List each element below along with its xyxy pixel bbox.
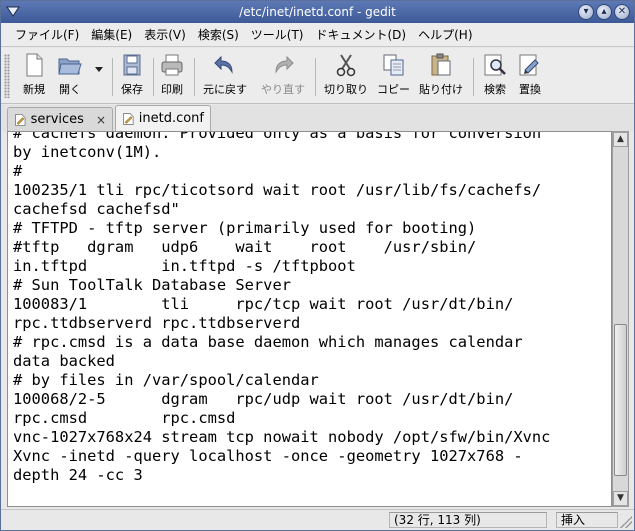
open-button-label: 開く (59, 83, 81, 96)
redo-button-label: やり直す (261, 83, 305, 96)
tab-inetd-conf[interactable]: inetd.conf (115, 105, 211, 131)
editor-line[interactable]: data backed (13, 352, 550, 371)
menu-file[interactable]: ファイル(F) (9, 26, 85, 43)
new-button[interactable]: 新規 (21, 52, 47, 97)
save-icon (123, 54, 141, 76)
open-button[interactable]: 開く (57, 52, 83, 97)
editor-line[interactable]: Xvnc -inetd -query localhost -once -geom… (13, 447, 550, 466)
chevron-down-icon (95, 67, 103, 72)
title-bar[interactable]: /etc/inet/inetd.conf - gedit ▾ ▴ ✕ (1, 1, 634, 23)
copy-icon (383, 54, 403, 76)
replace-button[interactable]: 置換 (517, 52, 543, 97)
window-menu-icon[interactable] (5, 4, 21, 20)
scissors-icon (336, 54, 356, 77)
editor-line[interactable]: # (13, 162, 550, 181)
new-button-label: 新規 (23, 83, 45, 96)
vertical-scrollbar[interactable]: ▲ ▼ (612, 131, 629, 507)
editor-line[interactable]: # TFTPD - tftp server (primarily used fo… (13, 219, 550, 238)
editor-line[interactable]: # by files in /var/spool/calendar (13, 371, 550, 390)
cursor-position: (32 行, 113 列) (389, 512, 547, 528)
menu-documents[interactable]: ドキュメント(D) (310, 26, 413, 43)
editor-line[interactable]: rpc.ttdbserverd rpc.ttdbserverd (13, 314, 550, 333)
editor-line[interactable]: rpc.cmsd rpc.cmsd (13, 409, 550, 428)
cut-button[interactable]: 切り取り (324, 52, 368, 97)
toolbar-separator (315, 58, 316, 96)
resize-grip[interactable] (620, 516, 632, 528)
undo-button[interactable]: 元に戻す (203, 52, 247, 97)
open-recent-dropdown[interactable] (94, 64, 104, 74)
maximize-icon[interactable]: ▴ (596, 4, 612, 20)
toolbar-separator (194, 58, 195, 96)
redo-icon (275, 55, 294, 74)
copy-button-label: コピー (377, 83, 410, 96)
editor-line[interactable] (13, 485, 550, 504)
tab-bar: services × inetd.conf (1, 105, 634, 131)
find-button-label: 検索 (484, 83, 506, 96)
editor-line[interactable]: # rpc.cmsd is a data base daemon which m… (13, 333, 550, 352)
scrollbar-thumb[interactable] (614, 324, 627, 476)
menu-help[interactable]: ヘルプ(H) (412, 26, 478, 43)
paste-button[interactable]: 貼り付け (419, 52, 463, 97)
editor-line[interactable]: # cachefs daemon. Provided only as a bas… (13, 132, 550, 143)
undo-icon (214, 55, 233, 74)
editor-line[interactable]: # Sun ToolTalk Database Server (13, 276, 550, 295)
close-icon[interactable]: ✕ (614, 4, 630, 20)
paste-icon (431, 53, 451, 76)
editor-line[interactable]: cachefsd cachefsd" (13, 200, 550, 219)
save-button-label: 保存 (121, 83, 143, 96)
toolbar-separator (112, 58, 113, 96)
undo-button-label: 元に戻す (203, 83, 247, 96)
tab-label: inetd.conf (138, 111, 204, 126)
replace-icon (519, 54, 539, 76)
save-button[interactable]: 保存 (119, 52, 145, 97)
print-button-label: 印刷 (161, 83, 183, 96)
tab-label: services (30, 112, 84, 127)
scroll-up-icon[interactable]: ▲ (613, 132, 628, 147)
toolbar-separator (473, 58, 474, 96)
scroll-down-icon[interactable]: ▼ (613, 491, 628, 506)
menu-bar: ファイル(F) 編集(E) 表示(V) 検索(S) ツール(T) ドキュメント(… (1, 23, 634, 47)
open-folder-icon (58, 58, 82, 75)
print-button[interactable]: 印刷 (159, 52, 185, 97)
cut-button-label: 切り取り (324, 83, 368, 96)
menu-search[interactable]: 検索(S) (192, 26, 245, 43)
status-bar: (32 行, 113 列) 挿入 (1, 509, 634, 530)
replace-button-label: 置換 (519, 83, 541, 96)
editor-line[interactable]: 100083/1 tli rpc/tcp wait root /usr/dt/b… (13, 295, 550, 314)
printer-icon (161, 54, 183, 76)
text-editor[interactable]: # cachefs daemon. Provided only as a bas… (7, 131, 612, 507)
editor-line[interactable]: #tftp dgram udp6 wait root /usr/sbin/ (13, 238, 550, 257)
menu-edit[interactable]: 編集(E) (85, 26, 138, 43)
editor-text[interactable]: # cachefs daemon. Provided only as a bas… (13, 132, 550, 504)
text-document-icon (123, 112, 134, 125)
editor-line[interactable]: by inetconv(1M). (13, 143, 550, 162)
toolbar-separator (153, 58, 154, 96)
toolbar: 新規 開く 保存 印刷 元に戻す やり直す 切り取り コピー 貼り付け 検索 置… (1, 48, 634, 104)
find-icon (484, 54, 506, 76)
new-document-icon (26, 53, 43, 77)
editor-line[interactable]: in.tftpd in.tftpd -s /tftpboot (13, 257, 550, 276)
paste-button-label: 貼り付け (419, 83, 463, 96)
editor-line[interactable]: vnc-1027x768x24 stream tcp nowait nobody… (13, 428, 550, 447)
text-document-icon (15, 113, 26, 126)
menu-tools[interactable]: ツール(T) (245, 26, 310, 43)
copy-button[interactable]: コピー (377, 52, 410, 97)
insert-mode: 挿入 (556, 512, 618, 528)
editor-line[interactable]: depth 24 -cc 3 (13, 466, 550, 485)
redo-button[interactable]: やり直す (261, 52, 305, 97)
editor-line[interactable]: 100235/1 tli rpc/ticotsord wait root /us… (13, 181, 550, 200)
toolbar-handle[interactable] (4, 54, 10, 98)
close-tab-icon[interactable]: × (96, 113, 106, 127)
gedit-window: /etc/inet/inetd.conf - gedit ▾ ▴ ✕ ファイル(… (0, 0, 635, 531)
menu-view[interactable]: 表示(V) (138, 26, 192, 43)
editor-line[interactable]: 100068/2-5 dgram rpc/udp wait root /usr/… (13, 390, 550, 409)
tab-services[interactable]: services × (7, 107, 113, 131)
find-button[interactable]: 検索 (482, 52, 508, 97)
window-title: /etc/inet/inetd.conf - gedit (239, 5, 396, 19)
minimize-icon[interactable]: ▾ (578, 4, 594, 20)
